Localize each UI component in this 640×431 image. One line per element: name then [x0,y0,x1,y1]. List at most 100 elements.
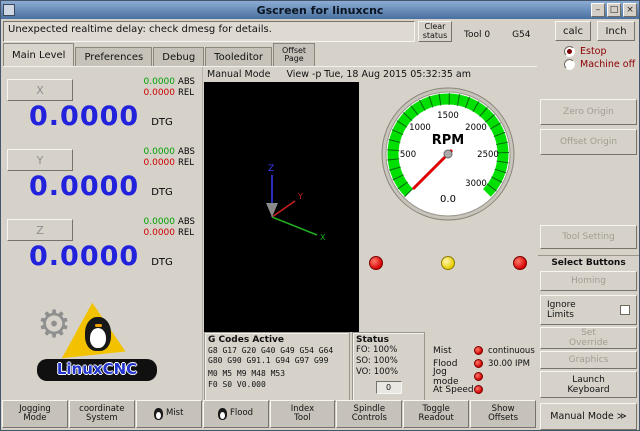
status-led-red-left [369,256,383,270]
flood-led [474,359,483,368]
tab-preferences[interactable]: Preferences [75,47,152,66]
zero-origin-button[interactable]: Zero Origin [540,99,637,125]
mist-penguin-icon [154,408,163,420]
axis-z-button[interactable]: Z [7,219,73,241]
set-override-button[interactable]: Set Override [540,327,637,349]
at-speed-indicator-row: At Speed [433,383,535,396]
dro-panel: X 0.0000ABS 0.0000REL 0.0000 DTG Y 0.000… [1,67,203,402]
select-buttons-label: Select Buttons [538,255,639,268]
tab-debug[interactable]: Debug [153,47,204,66]
graphics-button[interactable]: Graphics [540,351,637,369]
x-abs-value: 0.0000 [139,77,175,88]
calc-button[interactable]: calc [555,21,591,41]
mist-label: Mist [433,346,474,356]
at-speed-label: At Speed [433,385,474,395]
x-rel-value: 0.0000 [139,88,175,99]
dtg-label: DTG [151,257,173,268]
gauge-tick-3000: 3000 [465,179,487,189]
jog-mode-label: Jog mode [433,367,474,387]
velocity-override-readout: VO: 100% [356,367,421,378]
z-rel-value: 0.0000 [139,228,175,239]
show-offsets-button[interactable]: Show Offsets [470,400,536,428]
spindle-controls-button[interactable]: Spindle Controls [336,400,402,428]
linuxcnc-logo: ⚙ LinuxCNC [37,303,159,381]
minimize-button[interactable]: – [591,3,605,17]
z-dtg-value: 0.0000 [29,242,139,272]
window-title: Gscreen for linuxcnc [1,4,639,17]
close-button[interactable]: × [623,3,637,17]
gauge-tick-1500: 1500 [437,111,459,121]
flood-button[interactable]: Flood [203,400,269,428]
rel-label: REL [178,158,198,169]
index-tool-button[interactable]: Index Tool [270,400,336,428]
axis-group-z: Z 0.0000ABS 0.0000REL 0.0000 DTG [7,219,198,277]
titlebar: Gscreen for linuxcnc – □ × [1,1,639,19]
abs-label: ABS [178,77,198,88]
tab-main-level[interactable]: Main Level [3,43,74,66]
launch-keyboard-button[interactable]: Launch Keyboard [540,371,637,398]
dtg-label: DTG [151,187,173,198]
gauge-value: 0.0 [440,194,456,205]
estop-toggle[interactable]: Estop [538,45,639,58]
main-body: Main Level Preferences Debug Tooleditor … [1,43,639,430]
coord-system-label: G54 [512,30,530,40]
z-abs-value: 0.0000 [139,217,175,228]
z-axis-label: Z [268,164,274,174]
gcodes-title: G Codes Active [208,335,346,345]
tool-setting-button[interactable]: Tool Setting [540,225,637,249]
axis-y-button[interactable]: Y [7,149,73,171]
homing-button[interactable]: Homing [540,271,637,291]
mcodes-list: M0 M5 M9 M48 M53 [208,369,346,379]
fsv-readout: F0 S0 V0.000 [208,380,346,390]
jog-mode-indicator-row: Jog mode [433,370,535,383]
gauge-tick-500: 500 [400,150,416,160]
toggle-readout-button[interactable]: Toggle Readout [403,400,469,428]
at-speed-led [474,385,483,394]
axes-origin-graphic: Z Y X [204,82,359,332]
view-label: View -p [286,69,321,80]
gauge-title: RPM [432,133,464,148]
spindle-override-readout: SO: 100% [356,356,421,367]
ignore-limits-checkbox-icon[interactable] [620,305,630,315]
ignore-limits-checkbutton[interactable]: Ignore Limits [540,295,637,325]
mist-indicator-row: Mist continuous [433,344,535,357]
machine-off-radio-icon[interactable] [564,59,575,70]
tool-number-label: Tool 0 [464,30,490,40]
axis-x-button[interactable]: X [7,79,73,101]
gremlin-3d-view[interactable]: Z Y X [204,82,359,332]
maximize-button[interactable]: □ [607,3,621,17]
tux-penguin-icon [85,317,111,351]
tab-tooleditor[interactable]: Tooleditor [205,47,272,66]
mode-label: Manual Mode [207,69,270,80]
x-axis-label: X [320,233,326,242]
center-panel: Manual Mode View -p Tue, 18 Aug 2015 05:… [204,67,537,402]
manual-mode-button[interactable]: Manual Mode ≫ [540,403,637,430]
coordinate-system-button[interactable]: coordinate System [69,400,135,428]
dtg-label: DTG [151,117,173,128]
view-header: Manual Mode View -p Tue, 18 Aug 2015 05:… [204,67,537,82]
window-menu-icon[interactable] [3,4,15,16]
rpm-gauge: 500 1000 1500 2000 2500 3000 RPM 0.0 [378,84,518,224]
abs-label: ABS [178,217,198,228]
machine-off-label: Machine off [580,59,635,70]
override-digit-display: 0 [376,381,402,394]
right-control-panel: Estop Machine off Zero Origin Offset Ori… [538,45,639,430]
inch-toggle-button[interactable]: Inch [597,21,635,41]
rel-label: REL [178,88,198,99]
y-rel-value: 0.0000 [139,158,175,169]
gcodes-active-frame: G Codes Active G8 G17 G20 G40 G49 G54 G6… [204,332,350,402]
machine-off-toggle[interactable]: Machine off [538,58,639,71]
mist-led [474,346,483,355]
tab-offset-page[interactable]: Offset Page [273,43,315,66]
estop-radio-icon[interactable] [564,46,575,57]
mist-button[interactable]: Mist [136,400,202,428]
y-abs-value: 0.0000 [139,147,175,158]
datetime-label: Tue, 18 Aug 2015 05:32:35 am [324,69,471,80]
clear-status-button[interactable]: Clear status [418,21,452,42]
offset-origin-button[interactable]: Offset Origin [540,129,637,155]
jog-rate-value: 30.00 IPM [488,359,535,369]
jogging-mode-button[interactable]: Jogging Mode [2,400,68,428]
gauge-tick-1000: 1000 [409,123,431,133]
gauge-tick-2000: 2000 [465,123,487,133]
status-led-red-right [513,256,527,270]
